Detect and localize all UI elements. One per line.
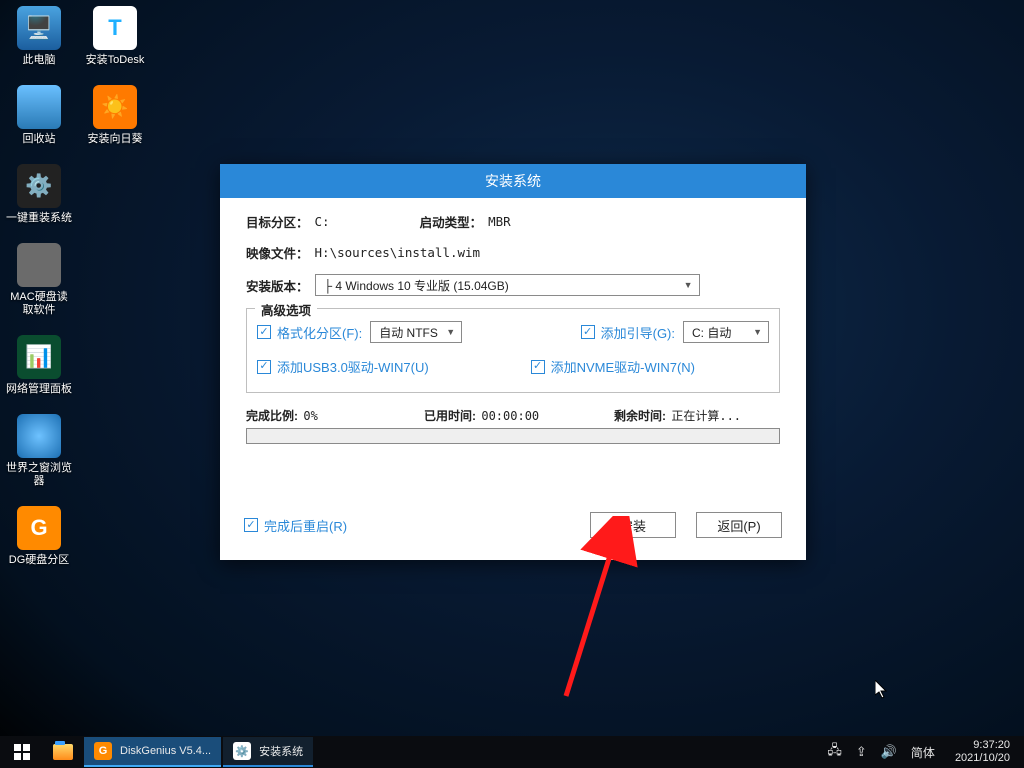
icon-label: DG硬盘分区 [9,554,70,567]
advanced-options-group: 高级选项 格式化分区(F): 自动 NTFS ▼ 添加引导(G): C: 自动 [246,308,780,393]
dg-icon: G [94,742,112,760]
cursor-icon [875,680,891,705]
install-version-select[interactable]: ├ 4 Windows 10 专业版 (15.04GB) ▼ [315,274,700,296]
window-title[interactable]: 安装系统 [220,164,806,198]
target-partition-label: 目标分区： [246,212,309,231]
icon-label: 安装向日葵 [88,133,143,146]
usb-icon[interactable]: ⇪ [856,744,867,760]
icon-label: 安装ToDesk [86,54,145,67]
bin-icon [17,85,61,129]
elapsed-label: 已用时间: [424,409,476,423]
todesk-icon: T [93,6,137,50]
taskbar-pin-explorer[interactable] [44,736,82,768]
desktop-icon-diskgenius[interactable]: G DG硬盘分区 [6,506,72,567]
format-partition-checkbox[interactable]: 格式化分区(F): [257,323,362,342]
boot-type-label: 启动类型： [420,212,483,231]
checkbox-icon [257,360,271,374]
select-value: 自动 NTFS [379,324,438,341]
taskbar: G DiskGenius V5.4... ⚙️ 安装系统 🖧 ⇪ 🔊 简体 9:… [0,736,1024,768]
pct-value: 0% [303,409,317,423]
select-value: ├ 4 Windows 10 专业版 (15.04GB) [324,277,509,294]
network-icon[interactable]: 🖧 [827,741,842,763]
desktop-icon-todesk[interactable]: T 安装ToDesk [82,6,148,67]
checkbox-icon [581,325,595,339]
elapsed-value: 00:00:00 [481,409,539,423]
desktop-icon-sunflower[interactable]: ☀️ 安装向日葵 [82,85,148,146]
advanced-legend: 高级选项 [255,300,317,319]
start-button[interactable] [0,736,44,768]
desktop-icon-mac-disk[interactable]: MAC硬盘读 取软件 [6,243,72,317]
usb3-driver-checkbox[interactable]: 添加USB3.0驱动-WIN7(U) [257,357,429,376]
boot-drive-select[interactable]: C: 自动 ▼ [683,321,769,343]
remain-value: 正在计算... [671,409,741,423]
checkbox-label: 完成后重启(R) [264,516,347,535]
desktop: 🖥️ 此电脑 回收站 ⚙️ 一键重装系统 MAC硬盘读 取软件 📊 网络管理面板 世界… [6,6,158,567]
checkbox-icon [257,325,271,339]
desktop-icon-recycle-bin[interactable]: 回收站 [6,85,72,146]
windows-icon [14,744,30,760]
checkbox-label: 格式化分区(F): [277,323,362,342]
chevron-down-icon: ▼ [684,280,693,290]
apple-icon [17,243,61,287]
checkbox-label: 添加USB3.0驱动-WIN7(U) [277,357,429,376]
install-version-label: 安装版本： [246,276,309,295]
system-tray: 🖧 ⇪ 🔊 简体 9:37:20 2021/10/20 [827,739,1024,765]
progress-meta: 完成比例: 0% 已用时间: 00:00:00 剩余时间: 正在计算... [246,407,780,424]
select-value: C: 自动 [692,324,731,341]
desktop-icon-network-panel[interactable]: 📊 网络管理面板 [6,335,72,396]
checkbox-icon [531,360,545,374]
install-button[interactable]: 安装 [590,512,676,538]
checkbox-label: 添加NVME驱动-WIN7(N) [551,357,695,376]
date-value: 2021/10/20 [955,752,1010,765]
pct-label: 完成比例: [246,409,298,423]
checkbox-label: 添加引导(G): [601,323,675,342]
checkbox-icon [244,518,258,532]
icon-label: 一键重装系统 [6,212,72,225]
volume-icon[interactable]: 🔊 [881,744,897,760]
gear-icon: ⚙️ [17,164,61,208]
boot-type-value: MBR [488,214,511,229]
image-file-value: H:\sources\install.wim [315,245,481,260]
icon-label: 此电脑 [23,54,56,67]
time-value: 9:37:20 [955,739,1010,752]
icon-label: 世界之窗浏览 器 [6,462,72,488]
icon-label: 网络管理面板 [6,383,72,396]
taskbar-clock[interactable]: 9:37:20 2021/10/20 [949,739,1016,765]
chevron-down-icon: ▼ [753,327,762,337]
progress-bar [246,428,780,444]
installer-icon: ⚙️ [233,742,251,760]
add-boot-checkbox[interactable]: 添加引导(G): [581,323,675,342]
desktop-icon-browser[interactable]: 世界之窗浏览 器 [6,414,72,488]
installer-window: 安装系统 目标分区： C: 启动类型： MBR 映像文件： H:\sources… [220,164,806,560]
icon-label: 回收站 [23,133,56,146]
image-file-label: 映像文件： [246,243,309,262]
format-fs-select[interactable]: 自动 NTFS ▼ [370,321,462,343]
chevron-down-icon: ▼ [446,327,455,337]
pc-icon: 🖥️ [17,6,61,50]
taskbar-item-installer[interactable]: ⚙️ 安装系统 [223,737,313,767]
remain-label: 剩余时间: [614,409,666,423]
nvme-driver-checkbox[interactable]: 添加NVME驱动-WIN7(N) [531,357,695,376]
taskbar-item-label: DiskGenius V5.4... [120,745,211,757]
sunflower-icon: ☀️ [93,85,137,129]
taskbar-item-diskgenius[interactable]: G DiskGenius V5.4... [84,737,221,767]
restart-after-checkbox[interactable]: 完成后重启(R) [244,516,347,535]
desktop-icon-reinstall[interactable]: ⚙️ 一键重装系统 [6,164,72,225]
back-button[interactable]: 返回(P) [696,512,782,538]
ime-indicator[interactable]: 简体 [911,744,935,761]
icon-label: MAC硬盘读 取软件 [10,291,67,317]
folder-icon [53,744,73,760]
target-partition-value: C: [315,214,330,229]
desktop-icon-this-pc[interactable]: 🖥️ 此电脑 [6,6,72,67]
globe-icon [17,414,61,458]
bars-icon: 📊 [17,335,61,379]
taskbar-item-label: 安装系统 [259,743,303,759]
dg-icon: G [17,506,61,550]
